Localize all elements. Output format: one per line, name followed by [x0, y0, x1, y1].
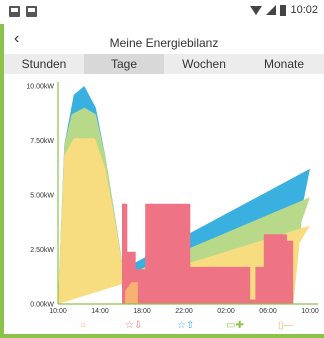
battery-status-icon — [280, 4, 287, 16]
status-bar: 10:02 — [0, 0, 324, 24]
notification-icon — [26, 6, 37, 17]
notification-icons — [9, 6, 37, 17]
x-tick-label: 22:00 — [175, 308, 193, 315]
signal-icon — [266, 5, 277, 15]
x-tick-label: 10:00 — [301, 308, 319, 315]
x-tick-label: 18:00 — [133, 308, 151, 315]
x-tick-label: 02:00 — [217, 308, 235, 315]
wifi-icon — [250, 5, 263, 15]
tab-wochen[interactable]: Wochen — [164, 54, 244, 74]
chart-legend: ○ ☆⇩ ☆⇧ ▭✚ ▯— — [4, 318, 324, 336]
grid-icon[interactable]: ☆⇧ — [177, 320, 194, 331]
x-tick-label: 10:00 — [49, 308, 67, 315]
y-tick-label: 7.50kW — [30, 138, 54, 145]
y-tick-label: 10.00kW — [26, 84, 54, 91]
status-indicators: 10:02 — [250, 4, 318, 16]
y-tick-label: 2.50kW — [30, 247, 54, 254]
status-time: 10:02 — [290, 4, 318, 16]
battery-low-icon[interactable]: ▯— — [278, 320, 294, 331]
app-header: ‹ Meine Energiebilanz — [4, 28, 324, 54]
tab-tage[interactable]: Tage — [84, 54, 164, 74]
page-title: Meine Energiebilanz — [109, 36, 219, 50]
battery-icon[interactable]: ▭✚ — [226, 320, 244, 331]
tab-stunden[interactable]: Stunden — [4, 54, 84, 74]
notification-icon — [9, 6, 20, 17]
x-tick-label: 14:00 — [91, 308, 109, 315]
y-tick-label: 5.00kW — [30, 193, 54, 200]
sun-icon[interactable]: ○ — [80, 320, 86, 331]
period-tabs: Stunden Tage Wochen Monate — [4, 54, 324, 74]
house-consumption-icon[interactable]: ☆⇩ — [125, 320, 142, 331]
tab-monate[interactable]: Monate — [244, 54, 324, 74]
x-tick-label: 06:00 — [259, 308, 277, 315]
energy-chart-svg: 0.00kW2.50kW5.00kW7.50kW10.00kW10:00 14:0… — [26, 82, 319, 315]
energy-chart: 0.00kW 2.50kW 5.00kW 7.50kW 10.00kW 10:00 14:0… — [4, 76, 324, 316]
